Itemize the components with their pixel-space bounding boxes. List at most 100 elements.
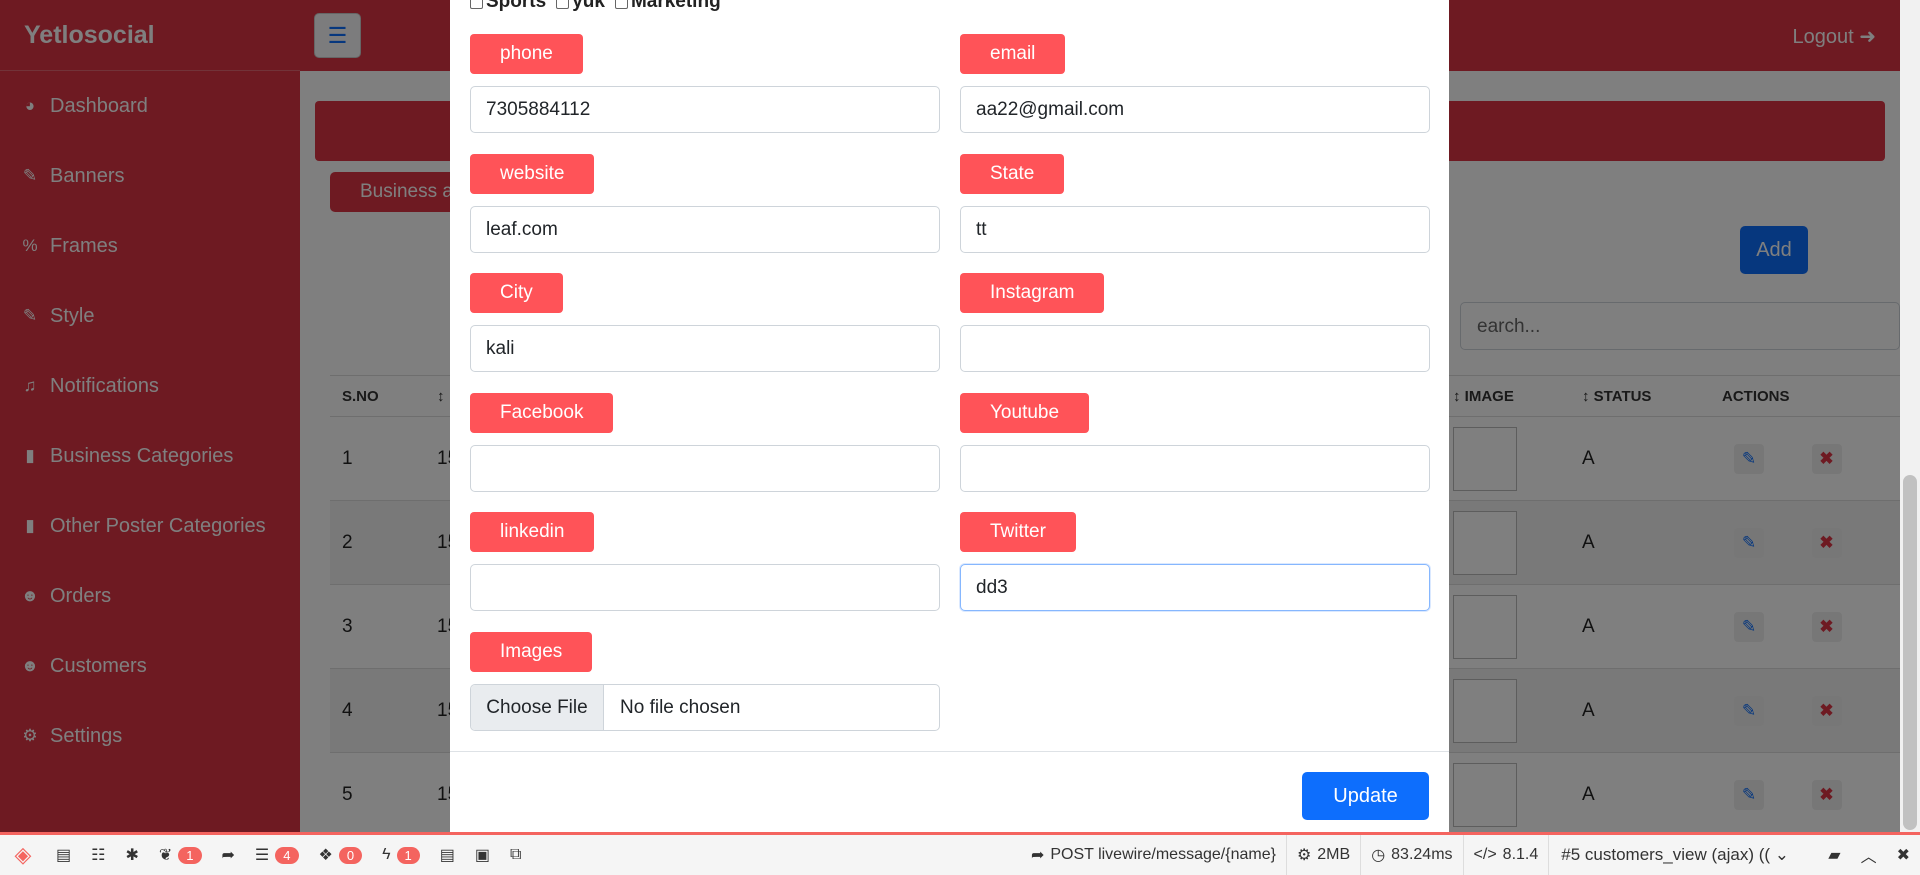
facebook-label: Facebook xyxy=(470,393,614,433)
request-text: POST livewire/message/{name} xyxy=(1050,846,1276,863)
debugbar-tags-tab[interactable]: ⧉ xyxy=(500,835,531,875)
city-label: City xyxy=(470,273,563,313)
linkedin-label: linkedin xyxy=(470,512,595,552)
open-folder-button[interactable]: ▰ xyxy=(1818,835,1850,875)
time-text: 83.24ms xyxy=(1391,846,1453,863)
scrollbar-thumb[interactable] xyxy=(1903,475,1917,830)
time-info: ◷ 83.24ms xyxy=(1361,835,1462,875)
instagram-label: Instagram xyxy=(960,273,1105,313)
debugbar-messages-tab[interactable]: ▤ xyxy=(46,835,81,875)
images-label: Images xyxy=(470,632,593,672)
memory-info: ⚙ 2MB xyxy=(1287,835,1360,875)
session-icon: ▤ xyxy=(439,847,455,864)
share-icon: ➦ xyxy=(221,847,235,864)
email-field-group: email aa22@gmail.com xyxy=(960,34,1430,133)
request-select[interactable]: #5 customers_view (ajax) (( ⌄ xyxy=(1548,835,1818,875)
city-field-group: City kali xyxy=(470,273,940,372)
state-field-group: State tt xyxy=(960,154,1430,253)
leaf-icon: ❦ xyxy=(158,847,173,864)
facebook-field-group: Facebook xyxy=(470,393,940,492)
file-chosen-text: No file chosen xyxy=(620,696,741,718)
category-checkboxes: Sports yuk Marketing xyxy=(470,0,721,13)
youtube-label: Youtube xyxy=(960,393,1090,433)
linkedin-input[interactable] xyxy=(470,564,940,611)
state-label: State xyxy=(960,154,1065,194)
clock-icon: ◷ xyxy=(1371,847,1386,864)
debugbar-exceptions-tab[interactable]: ✱ xyxy=(115,835,148,875)
checkbox-box[interactable] xyxy=(556,0,570,9)
folder-open-icon: ▰ xyxy=(1828,847,1841,864)
debugbar-request-tab[interactable]: ▣ xyxy=(465,835,500,875)
memory-text: 2MB xyxy=(1317,846,1351,863)
views-badge: 1 xyxy=(178,846,202,864)
cubes-icon: ❖ xyxy=(318,847,333,864)
debugbar: ◈ ▤ ☷ ✱ ❦ 1 ➦ ☰ 4 ❖ 0 ϟ1 ▤ ▣ ⧉ ➦ POST livewi… xyxy=(0,832,1920,875)
images-file-input[interactable]: Choose File No file chosen xyxy=(470,684,940,731)
category-checkbox[interactable]: Sports xyxy=(470,0,546,13)
laravel-logo-icon[interactable]: ◈ xyxy=(0,842,46,868)
debugbar-views-tab[interactable]: ❦ 1 xyxy=(149,835,212,875)
debugbar-route-tab[interactable]: ➦ xyxy=(212,835,245,875)
edit-modal: Sports yuk Marketing phone 7305884112 emai… xyxy=(450,0,1449,832)
scrollbar[interactable] xyxy=(1900,0,1920,832)
php-version-text: 8.1.4 xyxy=(1502,846,1539,863)
website-label: website xyxy=(470,154,595,194)
share-icon: ➦ xyxy=(1030,847,1045,864)
maximize-button[interactable]: ︿ xyxy=(1851,835,1887,875)
twitter-label: Twitter xyxy=(960,512,1076,552)
php-info: </> 8.1.4 xyxy=(1464,835,1549,875)
livewire-badge: 1 xyxy=(396,846,420,864)
choose-file-button[interactable]: Choose File xyxy=(471,685,604,730)
debugbar-status: ➦ POST livewire/message/{name} ⚙ 2MB ◷ 83.2… xyxy=(1021,835,1920,875)
modal-footer xyxy=(450,751,1449,752)
checkbox-box[interactable] xyxy=(614,0,628,9)
phone-label: phone xyxy=(470,34,583,74)
chevron-up-icon: ︿ xyxy=(1860,849,1877,866)
cogs-icon: ⚙ xyxy=(1296,847,1312,864)
debugbar-models-tab[interactable]: ❖ 0 xyxy=(309,835,373,875)
category-label: Marketing xyxy=(630,0,721,12)
request-select-value: #5 customers_view (ajax) (( xyxy=(1561,845,1771,864)
category-checkbox[interactable]: yuk xyxy=(556,0,605,13)
city-input[interactable]: kali xyxy=(470,325,940,372)
email-input[interactable]: aa22@gmail.com xyxy=(960,86,1430,133)
instagram-input[interactable] xyxy=(960,325,1430,372)
state-input[interactable]: tt xyxy=(960,206,1430,253)
messages-icon: ▤ xyxy=(56,847,72,864)
images-field-group: Images Choose File No file chosen xyxy=(470,632,940,731)
debugbar-timeline-tab[interactable]: ☷ xyxy=(81,835,115,875)
archive-icon: ▣ xyxy=(474,847,491,864)
website-input[interactable]: leaf.com xyxy=(470,206,940,253)
youtube-input[interactable] xyxy=(960,445,1430,492)
phone-input[interactable]: 7305884112 xyxy=(470,86,940,133)
instagram-field-group: Instagram xyxy=(960,273,1430,372)
twitter-input[interactable]: dd3 xyxy=(960,564,1430,611)
tags-icon: ⧉ xyxy=(510,846,522,863)
timeline-icon: ☷ xyxy=(91,847,106,864)
checkbox-box[interactable] xyxy=(470,0,483,9)
facebook-input[interactable] xyxy=(470,445,940,492)
code-icon: </> xyxy=(1473,846,1497,863)
bug-icon: ✱ xyxy=(125,847,139,864)
debugbar-queries-tab[interactable]: ☰ 4 xyxy=(245,835,309,875)
category-label: yuk xyxy=(572,0,605,12)
models-badge: 0 xyxy=(338,846,363,864)
category-label: Sports xyxy=(486,0,547,12)
twitter-field-group: Twitter dd3 xyxy=(960,512,1430,611)
youtube-field-group: Youtube xyxy=(960,393,1430,492)
debugbar-session-tab[interactable]: ▤ xyxy=(430,835,465,875)
phone-field-group: phone 7305884112 xyxy=(470,34,940,133)
linkedin-field-group: linkedin xyxy=(470,512,940,611)
bolt-icon: ϟ xyxy=(382,846,391,863)
close-debugbar-button[interactable]: ✖ xyxy=(1887,835,1920,875)
category-checkbox[interactable]: Marketing xyxy=(614,0,721,13)
request-info: ➦ POST livewire/message/{name} xyxy=(1021,835,1286,875)
update-button[interactable]: Update xyxy=(1302,772,1429,820)
queries-badge: 4 xyxy=(275,846,299,864)
debugbar-livewire-tab[interactable]: ϟ1 xyxy=(372,835,430,875)
chevron-down-icon: ⌄ xyxy=(1770,845,1790,864)
website-field-group: website leaf.com xyxy=(470,154,940,253)
email-label: email xyxy=(960,34,1066,74)
database-icon: ☰ xyxy=(254,847,270,864)
close-icon: ✖ xyxy=(1896,847,1910,864)
